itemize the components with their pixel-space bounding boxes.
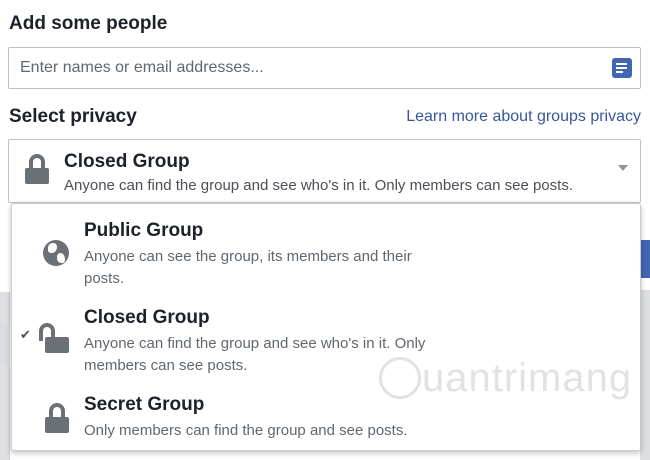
option-title: Closed Group (84, 307, 210, 328)
people-input[interactable]: Enter names or email addresses... (8, 47, 641, 89)
lock-icon (25, 154, 49, 184)
privacy-select[interactable]: Closed Group Anyone can find the group a… (8, 139, 641, 203)
learn-more-privacy-link[interactable]: Learn more about groups privacy (406, 108, 641, 126)
checkmark-icon: ✔ (20, 327, 31, 342)
privacy-option-public[interactable]: Public Group Anyone can see the group, i… (12, 204, 640, 291)
chevron-down-icon[interactable] (618, 165, 628, 171)
lock-icon (45, 403, 69, 433)
background-element-left (0, 325, 10, 365)
selected-privacy-desc: Anyone can find the group and see who's … (64, 177, 573, 194)
background-panel-left (0, 292, 10, 460)
background-panel-right (640, 290, 650, 460)
option-title: Public Group (84, 220, 204, 241)
watermark-logo-icon (379, 357, 421, 399)
option-desc: Only members can find the group and see … (84, 422, 408, 439)
globe-icon (43, 240, 69, 266)
privacy-heading: Select privacy (9, 106, 137, 127)
add-people-heading: Add some people (9, 13, 168, 34)
contacts-book-icon[interactable] (612, 58, 632, 78)
option-title: Secret Group (84, 394, 205, 415)
open-lock-icon (39, 323, 69, 353)
selected-privacy-title: Closed Group (64, 151, 190, 172)
background-create-button (640, 240, 650, 278)
people-input-placeholder[interactable]: Enter names or email addresses... (20, 59, 264, 77)
watermark-text: uantrimang (422, 356, 633, 400)
privacy-dropdown-menu: Public Group Anyone can see the group, i… (11, 203, 641, 451)
option-desc: Anyone can see the group, its members an… (84, 248, 412, 287)
